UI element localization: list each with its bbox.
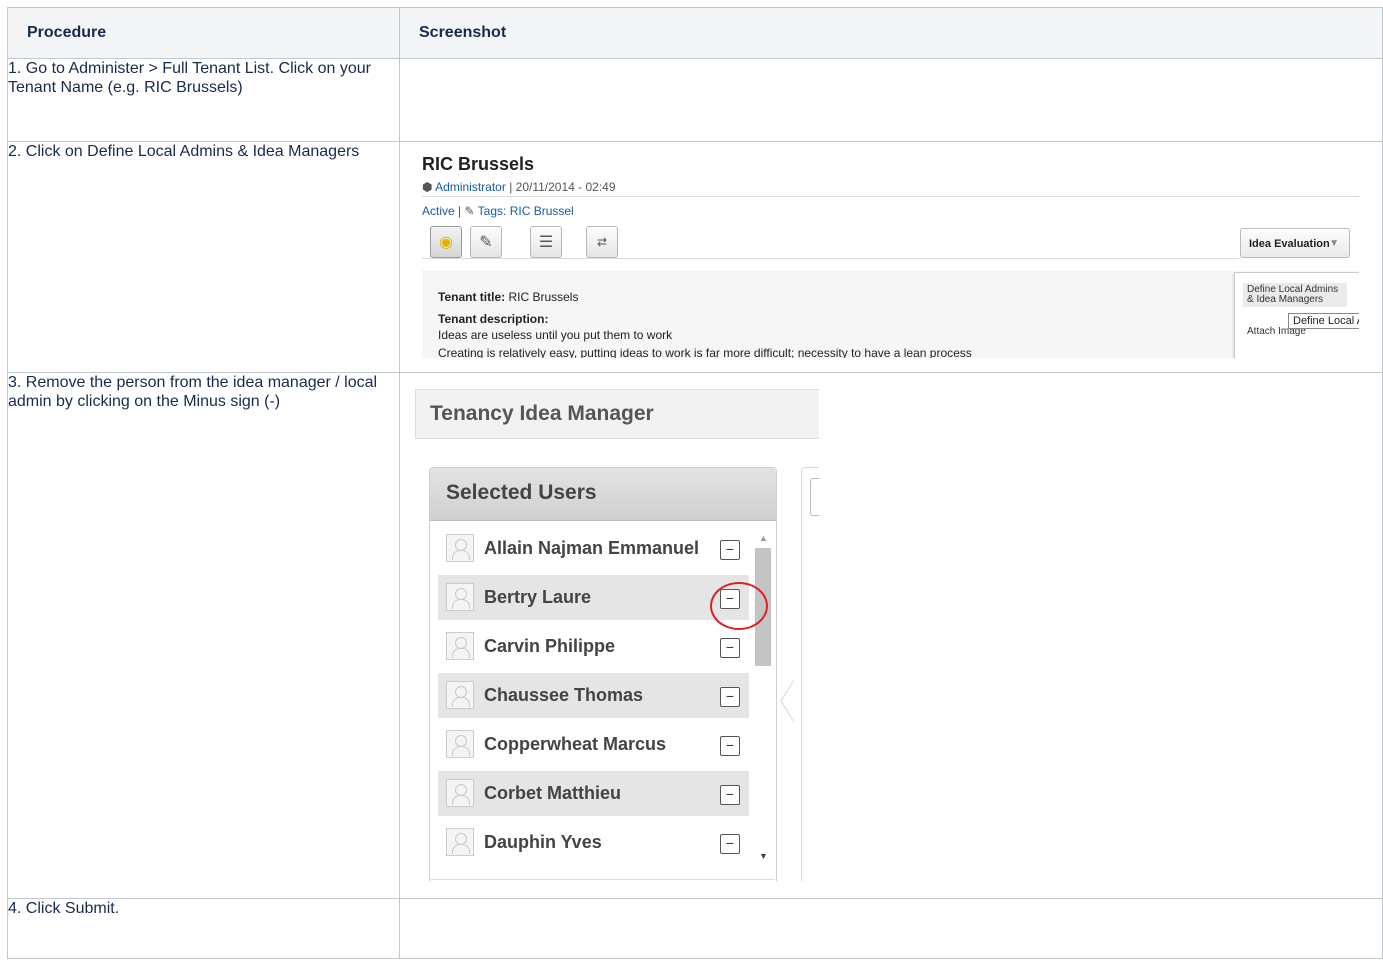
- idea-evaluation-dropdown[interactable]: Idea Evaluation ▼: [1240, 228, 1350, 258]
- remove-user-button[interactable]: −: [720, 540, 740, 560]
- translate-button[interactable]: ⇄: [586, 226, 618, 258]
- tenant-meta: ⬢ Administrator | 20/11/2014 - 02:49: [422, 180, 616, 194]
- avatar-icon: [446, 828, 474, 856]
- screenshot-cell-4: [399, 898, 1383, 959]
- user-name: Chaussee Thomas: [484, 685, 644, 705]
- edit-button[interactable]: ✎: [470, 226, 502, 258]
- list-icon: ☰: [538, 234, 554, 251]
- tag-icon: ✎: [464, 204, 475, 218]
- user-row: Copperwheat Marcus −: [438, 722, 749, 767]
- move-left-arrow-icon[interactable]: [780, 679, 794, 723]
- remove-user-button[interactable]: −: [720, 834, 740, 854]
- idea-manager-header: Tenancy Idea Manager: [415, 389, 819, 439]
- avatar-icon: [446, 632, 474, 660]
- post-date: 20/11/2014 - 02:49: [515, 180, 616, 194]
- user-list-scrollbar[interactable]: ▲ ▼: [755, 533, 771, 863]
- shield-icon: ⬢: [422, 180, 433, 194]
- remove-user-button[interactable]: −: [720, 687, 740, 707]
- user-name: Dauphin Yves: [484, 832, 602, 852]
- chevron-down-icon: ▼: [1329, 238, 1339, 249]
- avatar-icon: [446, 779, 474, 807]
- user-row: Bertry Laure −: [438, 575, 749, 620]
- header-screenshot: Screenshot: [399, 7, 1383, 59]
- user-row: Dauphin Yves −: [438, 820, 749, 865]
- user-name: Copperwheat Marcus: [484, 734, 667, 754]
- tenant-title: RIC Brussels: [422, 154, 535, 174]
- user-row: Allain Najman Emmanuel −: [438, 526, 749, 571]
- user-name: Carvin Philippe: [484, 636, 616, 656]
- scroll-down-icon[interactable]: ▼: [759, 851, 768, 861]
- avatar-icon: [446, 730, 474, 758]
- remove-user-button[interactable]: −: [720, 736, 740, 756]
- selected-users-panel: Selected Users Allain Najman Emmanuel − …: [429, 467, 777, 881]
- selected-users-title: Selected Users: [430, 468, 776, 521]
- header-procedure: Procedure: [7, 7, 400, 59]
- avatar-icon: [446, 583, 474, 611]
- tooltip: Define Local Adm: [1288, 313, 1359, 329]
- user-name: Corbet Matthieu: [484, 783, 621, 803]
- user-row: Chaussee Thomas −: [438, 673, 749, 718]
- remove-user-button[interactable]: −: [720, 785, 740, 805]
- author-link[interactable]: Administrator: [435, 180, 506, 194]
- screenshot-cell-2: RIC Brussels ⬢ Administrator | 20/11/201…: [399, 141, 1383, 373]
- translate-icon: ⇄: [596, 235, 608, 249]
- avatar-icon: [446, 681, 474, 709]
- user-row: Carvin Philippe −: [438, 624, 749, 669]
- step-2: 2. Click on Define Local Admins & Idea M…: [7, 141, 400, 373]
- tenant-screenshot: RIC Brussels ⬢ Administrator | 20/11/201…: [414, 148, 1359, 358]
- scroll-up-icon[interactable]: ▲: [759, 533, 768, 543]
- screenshot-cell-3: Tenancy Idea Manager Selected Users Alla…: [399, 372, 1383, 899]
- view-button[interactable]: ◉: [430, 226, 462, 258]
- available-users-panel: [801, 467, 819, 881]
- tags-link[interactable]: Tags: RIC Brussel: [478, 204, 574, 218]
- step-4: 4. Click Submit.: [7, 898, 400, 959]
- idea-manager-screenshot: Tenancy Idea Manager Selected Users Alla…: [415, 389, 819, 881]
- user-row: Corbet Matthieu −: [438, 771, 749, 816]
- step-1: 1. Go to Administer > Full Tenant List. …: [7, 58, 400, 142]
- eye-icon: ◉: [439, 234, 453, 251]
- screenshot-cell-1: [399, 58, 1383, 142]
- avatar-icon: [446, 534, 474, 562]
- status-link[interactable]: Active: [422, 204, 455, 218]
- user-name: Bertry Laure: [484, 587, 592, 607]
- menu-item-define-local-admins[interactable]: Define Local Admins & Idea Managers: [1243, 283, 1347, 307]
- edit-icon: ✎: [479, 234, 493, 251]
- step-3: 3. Remove the person from the idea manag…: [7, 372, 400, 899]
- highlight-circle: [710, 582, 768, 630]
- tenant-content: Tenant title: RIC Brussels Tenant descri…: [422, 270, 1234, 358]
- tenant-status-tags: Active | ✎ Tags: RIC Brussel: [422, 204, 574, 218]
- remove-user-button[interactable]: −: [720, 638, 740, 658]
- user-name: Allain Najman Emmanuel: [484, 538, 700, 558]
- procedure-table: Procedure Screenshot 1. Go to Administer…: [7, 7, 1383, 959]
- list-button[interactable]: ☰: [530, 226, 562, 258]
